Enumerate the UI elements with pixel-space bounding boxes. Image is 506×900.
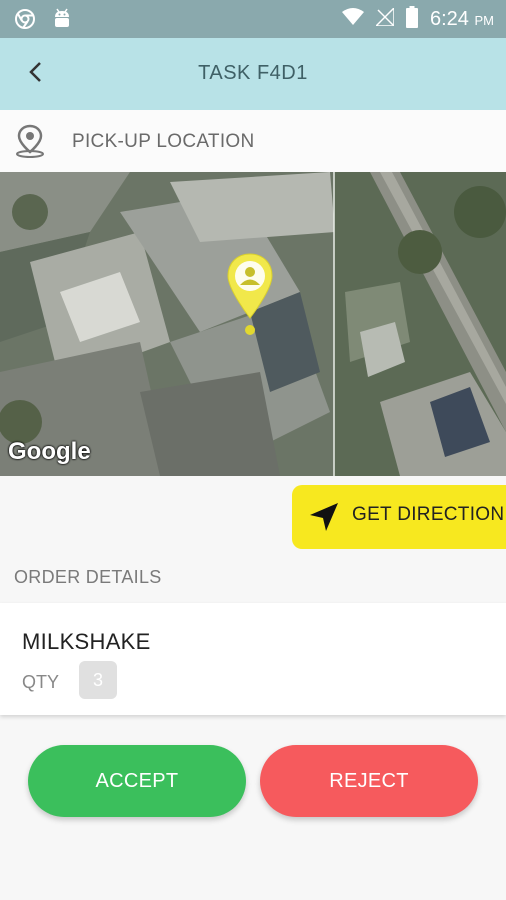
page-title: TASK F4D1 — [198, 62, 308, 84]
location-pin-icon — [14, 124, 46, 163]
google-attribution: Google — [8, 438, 91, 465]
order-details-heading: ORDER DETAILS — [14, 567, 162, 587]
map-marker-icon[interactable] — [226, 252, 274, 338]
chrome-icon — [14, 8, 36, 35]
get-direction-button[interactable]: GET DIRECTION — [292, 485, 506, 549]
map-view[interactable]: Google — [0, 172, 506, 476]
status-bar: 6:24 PM — [0, 0, 506, 38]
pickup-location-row: PICK-UP LOCATION — [0, 110, 506, 172]
item-name: MILKSHAKE — [22, 629, 151, 654]
clock: 6:24 PM — [430, 8, 494, 30]
accept-button[interactable]: ACCEPT — [28, 745, 246, 817]
pickup-location-label: PICK-UP LOCATION — [72, 131, 255, 152]
qty-label: QTY — [22, 672, 60, 692]
order-item-card: MILKSHAKE QTY 3 — [0, 603, 506, 715]
wifi-icon — [342, 8, 364, 31]
battery-icon — [406, 6, 418, 33]
no-signal-icon — [374, 6, 395, 31]
reject-button[interactable]: REJECT — [260, 745, 478, 817]
android-icon — [52, 8, 72, 35]
qty-value: 3 — [79, 661, 117, 699]
get-direction-label: GET DIRECTION — [352, 504, 505, 525]
navigation-arrow-icon — [308, 501, 340, 538]
app-bar: TASK F4D1 — [0, 38, 506, 110]
